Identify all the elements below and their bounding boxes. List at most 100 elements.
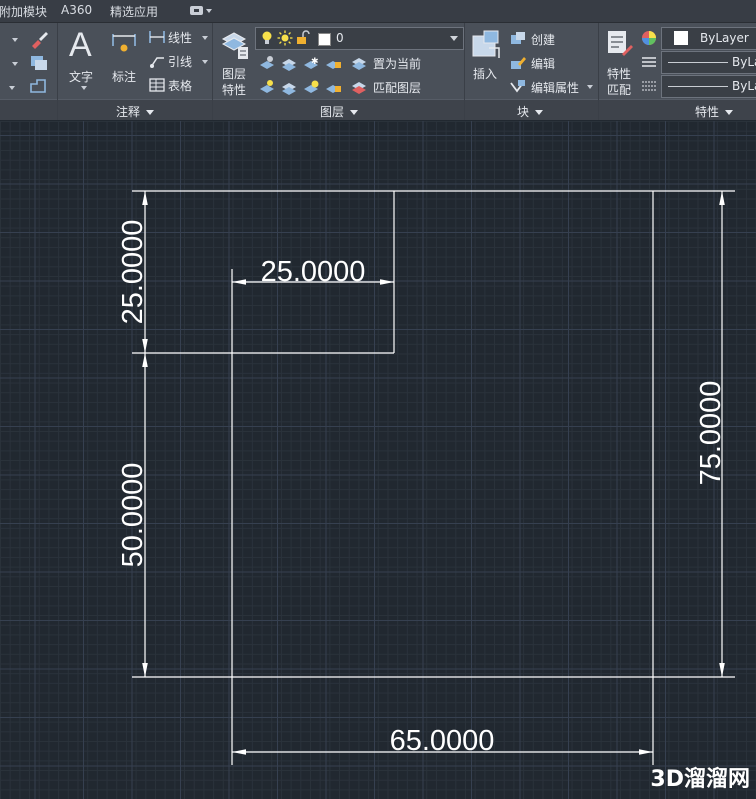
current-layer-name: 0 xyxy=(336,31,344,45)
linetype-value: ByLayer xyxy=(732,55,756,69)
panel-title-annotation[interactable]: 注释 xyxy=(116,103,155,120)
linetype-preview xyxy=(668,62,728,63)
panel-layers: 图层 特性 0 ✱ 置为当前 匹配图层 图层 xyxy=(213,23,465,120)
dim-text-top-horizontal[interactable]: 25.0000 xyxy=(261,256,366,288)
text-icon: A xyxy=(69,26,92,64)
table-icon xyxy=(149,78,165,92)
chevron-down-icon xyxy=(535,110,544,115)
linetype-dropdown[interactable]: ByLayer xyxy=(661,51,756,74)
text-button[interactable]: A 文字 xyxy=(64,26,104,96)
insert-block-icon xyxy=(472,30,500,58)
svg-text:✱: ✱ xyxy=(311,57,319,67)
color-dropdown[interactable]: ByLayer xyxy=(661,27,756,50)
layer-isolate-icon[interactable] xyxy=(281,55,299,71)
layer-properties-label-line2: 特性 xyxy=(222,83,247,97)
layer-color-swatch xyxy=(318,33,331,46)
insert-button[interactable]: 插入 xyxy=(469,28,505,94)
layer-freeze-icon[interactable]: ✱ xyxy=(303,55,321,71)
unlock-icon xyxy=(297,30,310,44)
match-properties-label-line1: 特性 xyxy=(607,67,632,81)
tab-addins[interactable]: 附加模块 xyxy=(0,3,47,20)
dimension-icon xyxy=(112,34,136,52)
drawing-canvas[interactable]: 25.0000 25.0000 50.0000 75.0000 65.0000 … xyxy=(0,121,756,799)
match-properties-label-line2: 匹配 xyxy=(607,83,632,97)
chevron-down-icon[interactable] xyxy=(12,62,18,66)
tab-a360[interactable]: A360 xyxy=(61,3,92,17)
linear-dimension-icon xyxy=(149,31,165,43)
panel-title-layers[interactable]: 图层 xyxy=(320,103,359,120)
match-layer-icon[interactable] xyxy=(351,78,369,94)
layer-unlock-icon[interactable] xyxy=(325,79,343,95)
bulb-icon xyxy=(262,31,272,44)
chevron-down-icon xyxy=(206,9,212,13)
layer-dropdown[interactable]: 0 xyxy=(255,27,464,50)
stack-icon[interactable] xyxy=(28,52,50,72)
dim-text-right[interactable]: 75.0000 xyxy=(695,381,727,486)
ribbon: A 文字 标注 线性 引线 表格 注释 图层 特性 0 ✱ 置为当前 匹配图层 … xyxy=(0,23,756,120)
leader-label: 引线 xyxy=(168,55,193,69)
ribbon-tab-bar: 附加模块 A360 精选应用 xyxy=(0,0,756,23)
chevron-down-icon xyxy=(202,36,208,40)
tab-overflow-button[interactable] xyxy=(188,4,212,18)
table-button[interactable]: 表格 xyxy=(148,76,210,94)
color-wheel-icon xyxy=(642,31,656,45)
panel-title-block[interactable]: 块 xyxy=(517,103,544,120)
layer-properties-icon xyxy=(221,32,248,59)
chevron-down-icon xyxy=(202,60,208,64)
make-current-label[interactable]: 置为当前 xyxy=(373,55,421,72)
chevron-down-icon xyxy=(725,110,734,115)
leader-icon xyxy=(150,57,164,68)
lineweight-value: ByLayer xyxy=(732,79,756,93)
color-value: ByLayer xyxy=(700,31,749,45)
tab-featured-apps[interactable]: 精选应用 xyxy=(110,3,158,20)
dim-text-left-upper[interactable]: 25.0000 xyxy=(117,220,149,325)
brush-icon[interactable] xyxy=(28,28,50,50)
lineweight-icon xyxy=(642,81,656,91)
edit-attributes-icon[interactable] xyxy=(509,79,527,95)
linear-button[interactable]: 线性 xyxy=(148,28,210,46)
stretch-icon[interactable] xyxy=(28,76,50,96)
chevron-down-icon[interactable] xyxy=(9,86,15,90)
chevron-down-icon xyxy=(81,86,87,90)
create-label[interactable]: 创建 xyxy=(531,31,555,48)
linetype-icon xyxy=(642,57,656,67)
watermark-logo: 3D溜溜网 xyxy=(650,767,750,792)
create-block-icon[interactable] xyxy=(509,31,527,47)
layer-properties-button[interactable]: 图层 特性 xyxy=(217,27,253,97)
table-label: 表格 xyxy=(168,79,193,93)
chevron-down-icon[interactable] xyxy=(587,85,593,89)
dim-text-left-lower[interactable]: 50.0000 xyxy=(117,463,149,568)
chevron-down-icon[interactable] xyxy=(12,38,18,42)
make-current-icon[interactable] xyxy=(351,54,369,70)
dim-text-bottom[interactable]: 65.0000 xyxy=(390,725,495,757)
match-properties-button[interactable]: 特性 匹配 xyxy=(603,27,637,97)
edit-attributes-label[interactable]: 编辑属性 xyxy=(531,79,579,96)
linear-label: 线性 xyxy=(168,31,193,45)
edit-label[interactable]: 编辑 xyxy=(531,55,555,72)
layer-on-icon[interactable] xyxy=(259,79,277,95)
autocad-window: 附加模块 A360 精选应用 A 文字 标注 线性 引线 表格 注释 图层 特性… xyxy=(0,0,756,799)
dimension-label: 标注 xyxy=(112,70,137,84)
match-layer-label[interactable]: 匹配图层 xyxy=(373,79,421,96)
leader-button[interactable]: 引线 xyxy=(148,52,210,70)
layer-off-icon[interactable] xyxy=(259,55,277,71)
edit-block-icon[interactable] xyxy=(509,55,527,71)
panel-modify-partial xyxy=(0,23,58,120)
panel-block: 插入 创建 编辑 编辑属性 块 xyxy=(465,23,599,120)
sun-icon xyxy=(277,30,293,46)
panel-annotation: A 文字 标注 线性 引线 表格 注释 xyxy=(58,23,213,120)
insert-label: 插入 xyxy=(473,67,498,81)
dimension-button[interactable]: 标注 xyxy=(108,26,144,96)
lineweight-dropdown[interactable]: ByLayer xyxy=(661,75,756,98)
match-properties-icon xyxy=(608,31,633,56)
text-label: 文字 xyxy=(69,70,94,84)
panel-title-properties[interactable]: 特性 xyxy=(695,103,734,120)
layer-thaw-icon[interactable] xyxy=(303,79,321,95)
drawing-geometry[interactable]: 25.0000 25.0000 50.0000 75.0000 65.0000 xyxy=(0,121,756,799)
layer-unisolate-icon[interactable] xyxy=(281,79,299,95)
layer-lock-icon[interactable] xyxy=(325,55,343,71)
color-swatch xyxy=(674,31,688,45)
chevron-down-icon xyxy=(146,110,155,115)
chevron-down-icon xyxy=(350,110,359,115)
layer-properties-label-line1: 图层 xyxy=(222,67,247,81)
